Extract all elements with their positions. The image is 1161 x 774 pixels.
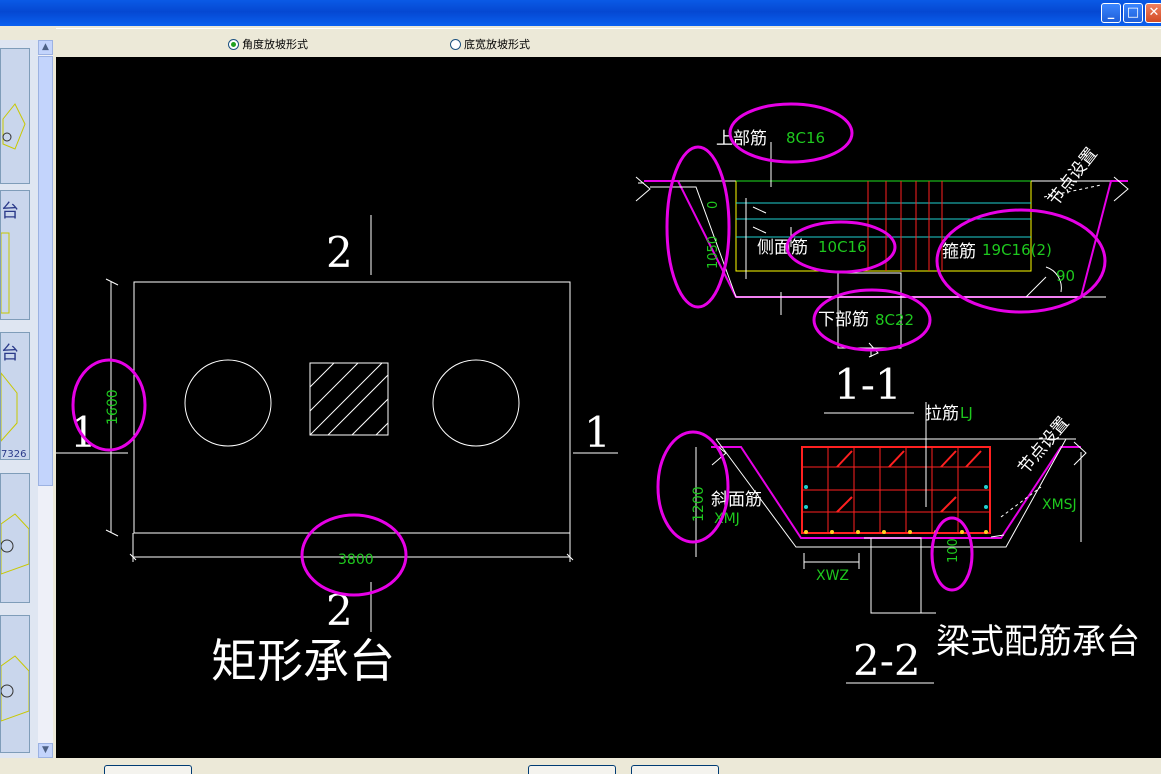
close-button[interactable]: ✕ bbox=[1145, 3, 1161, 23]
bottom-button[interactable] bbox=[528, 765, 616, 774]
bottom-bar-value: 8C22 bbox=[875, 311, 914, 329]
minimize-button[interactable]: _ bbox=[1101, 3, 1121, 23]
svg-text:台: 台 bbox=[1, 201, 19, 222]
tie-bar-value: LJ bbox=[960, 404, 973, 422]
width-dimension: 3800 bbox=[338, 552, 374, 568]
bottom-button[interactable] bbox=[631, 765, 719, 774]
section-1-1-label: 1-1 bbox=[834, 360, 902, 409]
top-bar-label: 上部筋 bbox=[716, 129, 767, 149]
cap-outline bbox=[133, 281, 571, 534]
scroll-down-button[interactable]: ▼ bbox=[38, 743, 53, 758]
thumbnail-item[interactable]: 台 7326 bbox=[0, 332, 30, 460]
angle-label: 90 bbox=[1056, 267, 1075, 285]
pile-circle-right bbox=[432, 359, 520, 447]
slope-bar-label: 斜面筋 bbox=[711, 490, 762, 510]
stirrup-value: 19C16(2) bbox=[982, 241, 1052, 259]
thumbnail-scrollbar[interactable]: ▲ ▼ bbox=[38, 40, 53, 758]
angle-slope-option[interactable]: 角度放坡形式 bbox=[228, 36, 308, 52]
node-setting-label: 节点设置 bbox=[1044, 144, 1102, 210]
thumbnail-list: 台 台 7326 bbox=[0, 40, 38, 758]
xmsj-label: XMSJ bbox=[1042, 497, 1077, 513]
tie-bar-label: 拉筋 bbox=[925, 404, 959, 424]
svg-text:7326: 7326 bbox=[1, 449, 26, 460]
title-bar: _ □ ✕ bbox=[0, 0, 1161, 26]
height-dimension: 1600 bbox=[105, 389, 121, 425]
pile-circle-left bbox=[184, 359, 272, 447]
width-slope-label: 底宽放坡形式 bbox=[464, 38, 530, 51]
scroll-thumb[interactable] bbox=[38, 56, 53, 486]
bottom-bar-label: 下部筋 bbox=[818, 310, 869, 330]
slope-type-toolbar: 角度放坡形式 底宽放坡形式 bbox=[56, 28, 1161, 58]
width-slope-option[interactable]: 底宽放坡形式 bbox=[450, 36, 530, 52]
bottom-bar bbox=[0, 758, 1161, 774]
thumbnail-item[interactable]: 台 bbox=[0, 190, 30, 320]
scroll-up-button[interactable]: ▲ bbox=[38, 40, 53, 55]
rect-cap-title: 矩形承台 bbox=[211, 634, 395, 688]
top-bar-value: 8C16 bbox=[786, 129, 825, 147]
stirrup-label: 箍筋 bbox=[942, 242, 976, 262]
side-bar-label: 侧面筋 bbox=[757, 238, 808, 258]
rect-cap-plan bbox=[56, 215, 618, 632]
svg-text:台: 台 bbox=[1, 343, 19, 364]
maximize-button[interactable]: □ bbox=[1123, 3, 1143, 23]
bottom-button[interactable] bbox=[104, 765, 192, 774]
highlight-ellipse bbox=[665, 145, 731, 309]
cap-drawing: 2 2 1 1 1600 3800 矩形承台 上部筋 8C16 侧面筋 10C1… bbox=[56, 102, 1140, 688]
drawing-canvas[interactable]: 2 2 1 1 1600 3800 矩形承台 上部筋 8C16 侧面筋 10C1… bbox=[56, 57, 1161, 758]
xwz-label: XWZ bbox=[816, 568, 849, 584]
side-bar-value: 10C16 bbox=[818, 238, 867, 256]
section-2-2-label: 2-2 bbox=[853, 636, 921, 685]
section-mark-right: 1 bbox=[584, 408, 611, 457]
dim-height: 1050 bbox=[706, 236, 721, 269]
thumbnail-item[interactable] bbox=[0, 473, 30, 603]
dim-1200: 1200 bbox=[691, 486, 707, 522]
dim-top: 0 bbox=[706, 201, 721, 209]
radio-selected-icon bbox=[228, 38, 239, 50]
thumbnail-item[interactable] bbox=[0, 48, 30, 184]
beam-cap-title: 梁式配筋承台 bbox=[936, 622, 1140, 662]
dim-100: 100 bbox=[946, 538, 961, 563]
radio-unselected-icon bbox=[450, 38, 461, 50]
node-setting-label-2: 节点设置 bbox=[1015, 413, 1074, 478]
section-mark-top: 2 bbox=[326, 228, 353, 277]
thumbnail-item[interactable] bbox=[0, 615, 30, 753]
angle-slope-label: 角度放坡形式 bbox=[242, 38, 308, 51]
